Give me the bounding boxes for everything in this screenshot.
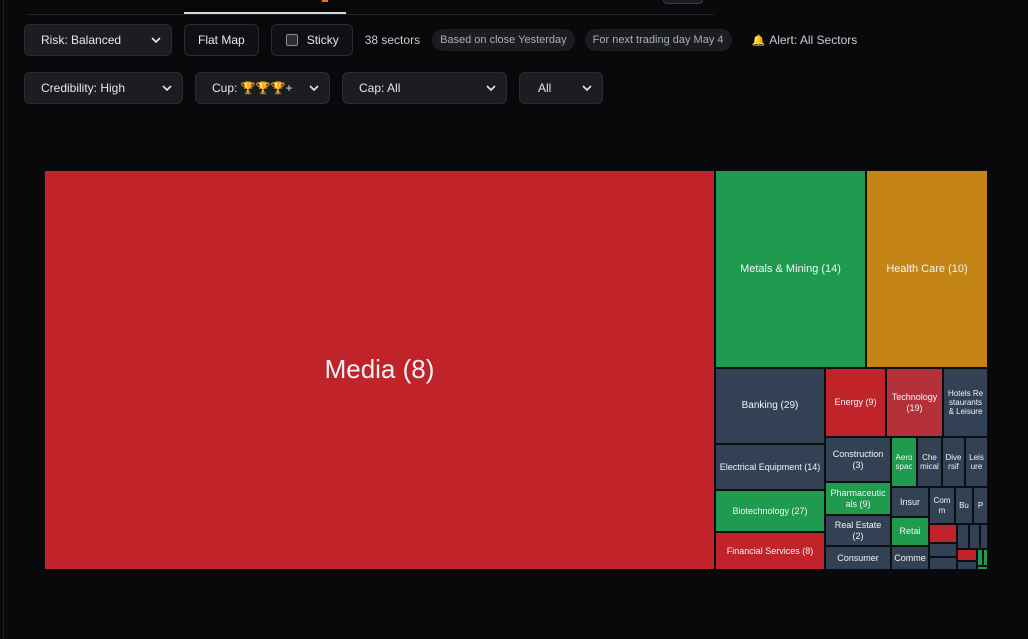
filter-row-bottom: Credibility: High Cup: 🏆🏆🏆+ Cap: All All	[24, 72, 615, 104]
treemap-tile-p[interactable]: P	[973, 487, 988, 524]
treemap-tile-retail[interactable]: Retai	[891, 517, 929, 546]
active-tab-indicator	[184, 12, 346, 14]
chevron-down-icon	[486, 85, 496, 92]
treemap-tile-small[interactable]	[929, 543, 957, 557]
sticky-toggle[interactable]: Sticky	[270, 24, 353, 56]
next-day-badge: For next trading day May 4	[584, 29, 732, 51]
filter-row-top: Risk: Balanced Flat Map Sticky 38 sector…	[24, 24, 857, 56]
risk-select[interactable]: Risk: Balanced	[24, 24, 172, 56]
treemap-tile-small[interactable]	[957, 549, 977, 561]
treemap-tile-aerospace[interactable]: Aerospac	[891, 437, 917, 487]
treemap-tile-real-estate[interactable]: Real Estate (2)	[825, 515, 891, 546]
left-border	[3, 0, 4, 639]
cup-select-label: Cup: 🏆🏆🏆+	[212, 81, 293, 95]
tab-bar-divider	[26, 14, 714, 15]
treemap-tile-communications[interactable]: Comm	[929, 487, 955, 524]
treemap-tile-financial-services[interactable]: Financial Services (8)	[715, 532, 825, 570]
alert-label: Alert: All Sectors	[769, 33, 858, 47]
flat-map-button[interactable]: Flat Map	[184, 24, 259, 56]
treemap-tile-health-care[interactable]: Health Care (10)	[866, 170, 988, 368]
bell-icon: 🔔	[751, 34, 766, 47]
sticky-label: Sticky	[306, 33, 339, 47]
treemap-tile-electrical-equipment[interactable]: Electrical Equipment (14)	[715, 444, 825, 490]
treemap-tile-building[interactable]: Bu	[955, 487, 973, 524]
treemap-tile-leisure[interactable]: Leisure	[965, 437, 988, 487]
treemap-tile-small[interactable]	[977, 566, 988, 570]
credibility-select[interactable]: Credibility: High	[24, 72, 183, 104]
treemap-tile-small[interactable]	[969, 524, 980, 549]
cap-select[interactable]: Cap: All	[342, 72, 507, 104]
risk-select-label: Risk: Balanced	[41, 33, 122, 47]
sector-treemap: Media (8) Metals & Mining (14) Health Ca…	[44, 170, 988, 570]
treemap-tile-small[interactable]	[929, 524, 957, 543]
chevron-down-icon	[151, 37, 161, 44]
treemap-tile-pharmaceuticals[interactable]: Pharmaceuticals (9)	[825, 482, 891, 515]
treemap-tile-small[interactable]	[983, 549, 988, 566]
treemap-tile-small[interactable]	[957, 561, 977, 570]
chevron-down-icon	[162, 85, 172, 92]
treemap-tile-small[interactable]	[957, 524, 969, 549]
treemap-tile-energy[interactable]: Energy (9)	[825, 368, 886, 437]
chevron-down-icon	[309, 85, 319, 92]
treemap-tile-small[interactable]	[929, 557, 957, 570]
treemap-tile-construction[interactable]: Construction (3)	[825, 437, 891, 482]
sectors-count: 38 sectors	[364, 33, 421, 47]
alert-indicator[interactable]: 🔔 Alert: All Sectors	[752, 33, 858, 47]
treemap-tile-small[interactable]	[980, 524, 988, 549]
cup-select[interactable]: Cup: 🏆🏆🏆+	[195, 72, 330, 104]
based-on-badge: Based on close Yesterday	[432, 29, 575, 51]
treemap-tile-biotechnology[interactable]: Biotechnology (27)	[715, 490, 825, 532]
tab-pill[interactable]	[663, 0, 703, 4]
treemap-tile-commercial[interactable]: Comme	[891, 546, 929, 570]
flat-map-label: Flat Map	[198, 33, 245, 47]
credibility-select-label: Credibility: High	[41, 81, 126, 95]
treemap-tile-technology[interactable]: Technology (19)	[886, 368, 943, 437]
treemap-tile-media[interactable]: Media (8)	[44, 170, 715, 570]
tab-accent-mark	[322, 0, 328, 2]
treemap-tile-metals-mining[interactable]: Metals & Mining (14)	[715, 170, 866, 368]
treemap-tile-diversified[interactable]: Diversif	[942, 437, 965, 487]
treemap-tile-insurance[interactable]: Insur	[891, 487, 929, 517]
extra-select[interactable]: All	[519, 72, 603, 104]
treemap-tile-chemical[interactable]: Chemical	[917, 437, 942, 487]
treemap-tile-banking[interactable]: Banking (29)	[715, 368, 825, 444]
extra-select-label: All	[538, 81, 552, 95]
checkbox-icon[interactable]	[285, 34, 298, 46]
cap-select-label: Cap: All	[359, 81, 401, 95]
treemap-tile-consumer[interactable]: Consumer	[825, 546, 891, 570]
treemap-tile-hotels[interactable]: Hotels Restaurants & Leisure	[943, 368, 988, 437]
chevron-down-icon	[582, 85, 592, 92]
